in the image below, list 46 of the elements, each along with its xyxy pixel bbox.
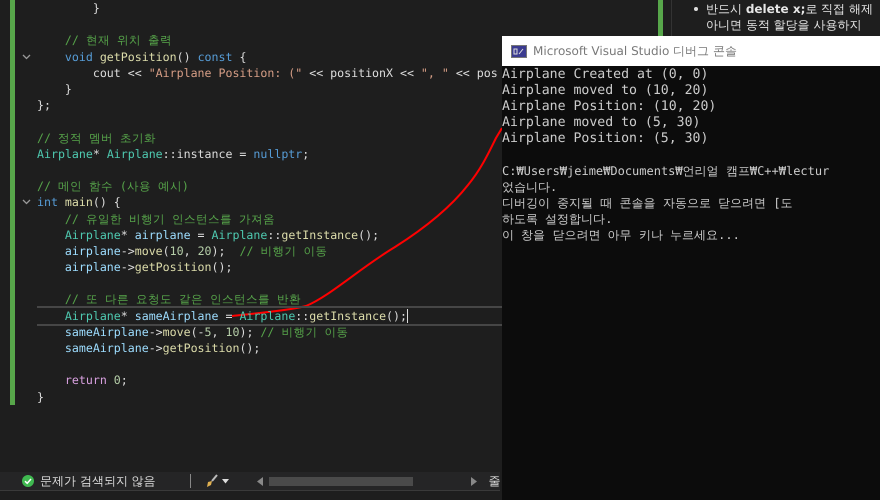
scroll-right-icon[interactable] <box>470 476 477 486</box>
console-line: 디버깅이 중지될 때 콘솔을 자동으로 닫으려면 [도 <box>502 195 794 211</box>
issues-status[interactable]: 문제가 검색되지 않음 <box>40 472 156 490</box>
code-line: Airplane* Airplane::instance = nullptr; <box>37 146 310 163</box>
code-line: Airplane* sameAirplane = Airplane::getInstance(); <box>37 306 502 326</box>
code-line: int main() { <box>37 194 121 212</box>
code-line: // 메인 함수 (사용 예시) <box>37 178 189 196</box>
console-line: Airplane Position: (10, 20) <box>502 99 718 115</box>
code-line: } <box>92 0 100 18</box>
line-label: 줄 <box>488 472 501 490</box>
code-line: cout << "Airplane Position: (" << positionX << ", " << pos <box>92 64 498 82</box>
scrollbar-thumb[interactable] <box>268 476 413 486</box>
text-cursor <box>407 309 408 324</box>
console-line: Airplane Position: (5, 30) <box>502 131 710 147</box>
code-line: // 유일한 비행기 인스턴스를 가져옴 <box>64 210 275 228</box>
code-line: sameAirplane->move(-5, 10); // 비행기 이동 <box>64 324 348 341</box>
console-line: 이 창을 닫으려면 아무 키나 누르세요... <box>502 227 741 243</box>
console-line: C:₩Users₩jeime₩Documents₩언리얼 캠프₩C++₩lectur <box>502 163 830 179</box>
console-line: 하도록 설정합니다. <box>502 211 614 227</box>
note-text: 반드시 delete x;로 직접 해제 <box>706 1 874 17</box>
code-line: } <box>64 81 72 98</box>
console-line: Airplane moved to (5, 30) <box>502 115 702 131</box>
scroll-left-icon[interactable] <box>256 476 263 486</box>
code-line: airplane->move(10, 20); // 비행기 이동 <box>64 242 328 260</box>
console-line: Airplane moved to (10, 20) <box>502 83 710 99</box>
note-text: 아니면 동적 할당을 사용하지 <box>706 18 862 32</box>
code-line: void getPosition() const { <box>64 48 246 66</box>
collapse-icon[interactable] <box>22 54 30 60</box>
check-icon <box>22 475 34 487</box>
code-line: sameAirplane->getPosition(); <box>64 340 260 358</box>
console-line: Airplane Created at (0, 0) <box>502 67 710 83</box>
code-line: } <box>37 388 44 406</box>
collapse-icon[interactable] <box>22 199 30 206</box>
caret-icon[interactable] <box>222 478 229 484</box>
code-line: airplane->getPosition(); <box>64 259 232 276</box>
console-icon <box>511 44 527 58</box>
code-line: // 정적 멤버 초기화 <box>37 130 156 147</box>
brush-icon[interactable] <box>204 474 219 488</box>
code-line: Airplane* airplane = Airplane::getInstance(); <box>64 226 380 244</box>
console-line: 었습니다. <box>502 179 558 195</box>
code-line: // 또 다른 요청도 같은 인스턴스를 반환 <box>64 291 301 308</box>
code-line: }; <box>37 97 51 114</box>
code-line: return 0; <box>64 372 128 390</box>
bullet-icon <box>694 7 698 11</box>
console-title: Microsoft Visual Studio 디버그 콘솔 <box>533 42 737 60</box>
code-line: // 현재 위치 출력 <box>64 32 172 50</box>
